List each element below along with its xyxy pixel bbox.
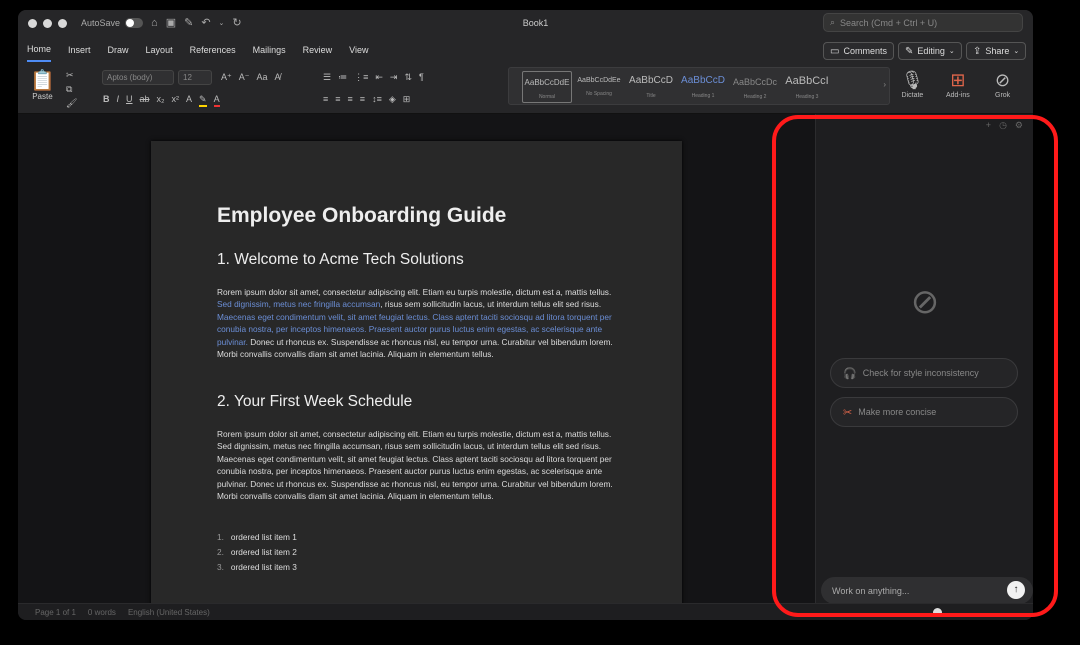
superscript-icon[interactable]: x²	[172, 94, 180, 107]
tab-view[interactable]: View	[349, 39, 368, 61]
section-1-heading: 1. Welcome to Acme Tech Solutions	[217, 251, 464, 268]
align-center-icon[interactable]: ≡	[335, 94, 340, 105]
shrink-font-icon[interactable]: A⁻	[239, 72, 250, 83]
bullets-icon[interactable]: ☰	[323, 72, 331, 83]
tab-insert[interactable]: Insert	[68, 39, 91, 61]
text-effects-icon[interactable]: A	[186, 94, 192, 107]
language-status[interactable]: English (United States)	[128, 608, 210, 617]
grok-button[interactable]: ⊘ Grok	[995, 68, 1010, 99]
share-button[interactable]: ⇪ Share ⌄	[966, 42, 1027, 60]
font-color-icon[interactable]: A	[213, 94, 220, 107]
highlight-color-icon[interactable]: ✎	[199, 94, 207, 107]
italic-icon[interactable]: I	[117, 94, 120, 107]
tab-mailings[interactable]: Mailings	[253, 39, 286, 61]
dictate-button[interactable]: 🎙 Dictate	[901, 68, 924, 99]
tab-references[interactable]: References	[190, 39, 236, 61]
show-formatting-icon[interactable]: ¶	[419, 72, 424, 83]
ribbon-home: 📋 Paste ✂ ⧉ 🖌 Aptos (body) 12 A⁺ A⁻ Aa A…	[18, 64, 1033, 114]
grow-font-icon[interactable]: A⁺	[221, 72, 232, 83]
paste-button[interactable]: 📋 Paste	[30, 70, 55, 101]
sort-icon[interactable]: ⇅	[404, 72, 412, 83]
tab-draw[interactable]: Draw	[108, 39, 129, 61]
underline-icon[interactable]: U	[126, 94, 133, 107]
justify-icon[interactable]: ≡	[360, 94, 365, 105]
chevron-down-icon: ⌄	[948, 48, 955, 55]
font-size-select[interactable]: 12	[178, 70, 212, 85]
search-placeholder: Search (Cmd + Ctrl + U)	[840, 17, 938, 28]
shading-icon[interactable]: ◈	[389, 94, 396, 105]
doc-title: Employee Onboarding Guide	[217, 204, 507, 227]
title-bar: AutoSave ⌂ ▣ ✎ ↶ ⌄ ↻ Book1 ⌕ Search (Cmd…	[18, 10, 1033, 36]
clear-format-icon[interactable]: A̸	[275, 72, 281, 83]
decrease-indent-icon[interactable]: ⇤	[375, 72, 383, 83]
section-2-paragraph: Rorem ipsum dolor sit amet, consectetur …	[217, 429, 613, 502]
section-2-heading: 2. Your First Week Schedule	[217, 393, 413, 410]
style-title[interactable]: AaBbCcD Title	[626, 71, 676, 103]
styles-gallery: AaBbCcDdE Normal AaBbCcDdEe No Spacing A…	[508, 67, 890, 105]
style-heading-3[interactable]: AaBbCcI Heading 3	[782, 71, 832, 103]
tab-layout[interactable]: Layout	[146, 39, 173, 61]
style-heading-1[interactable]: AaBbCcD Heading 1	[678, 71, 728, 103]
change-case-icon[interactable]: Aa	[257, 72, 268, 83]
share-icon: ⇪	[973, 45, 982, 57]
page-count[interactable]: Page 1 of 1	[35, 608, 76, 617]
addins-button[interactable]: ⊞ Add-ins	[946, 68, 970, 99]
section-1-paragraph: Rorem ipsum dolor sit amet, consectetur …	[217, 287, 613, 360]
multilevel-list-icon[interactable]: ⋮≡	[354, 72, 368, 83]
cut-icon[interactable]: ✂	[66, 70, 77, 81]
list-item: 3. ordered list item 3	[217, 562, 297, 572]
comments-button[interactable]: ▭ Comments	[823, 42, 894, 60]
tab-home[interactable]: Home	[27, 38, 52, 62]
comment-icon: ▭	[830, 45, 840, 57]
styles-more-icon[interactable]: ›	[883, 80, 886, 89]
line-spacing-icon[interactable]: ↕≡	[372, 94, 382, 105]
grok-icon: ⊘	[995, 70, 1011, 90]
list-item: 1. ordered list item 1	[217, 532, 297, 542]
grid-icon: ⊞	[950, 70, 966, 90]
copy-icon[interactable]: ⧉	[66, 84, 77, 95]
borders-icon[interactable]: ⊞	[403, 94, 411, 105]
word-count[interactable]: 0 words	[88, 608, 116, 617]
format-painter-icon[interactable]: 🖌	[66, 98, 77, 109]
style-heading-2[interactable]: AaBbCcDc Heading 2	[730, 71, 780, 103]
subscript-icon[interactable]: x₂	[157, 94, 165, 107]
clipboard-icon: 📋	[30, 70, 55, 92]
editing-button[interactable]: ✎ Editing ⌄	[898, 42, 962, 60]
highlight-box	[772, 115, 1058, 617]
chevron-down-icon: ⌄	[1013, 48, 1020, 55]
tab-review[interactable]: Review	[303, 39, 333, 61]
numbering-icon[interactable]: ≔	[338, 72, 347, 83]
search-input[interactable]: ⌕ Search (Cmd + Ctrl + U)	[823, 13, 1023, 32]
align-right-icon[interactable]: ≡	[348, 94, 353, 105]
microphone-icon: 🎙	[901, 70, 924, 90]
list-item: 2. ordered list item 2	[217, 547, 297, 557]
font-name-select[interactable]: Aptos (body)	[102, 70, 174, 85]
style-no-spacing[interactable]: AaBbCcDdEe No Spacing	[574, 71, 624, 103]
pencil-icon: ✎	[905, 45, 914, 57]
style-normal[interactable]: AaBbCcDdE Normal	[522, 71, 572, 103]
align-left-icon[interactable]: ≡	[323, 94, 328, 105]
search-icon: ⌕	[830, 17, 836, 27]
document-page[interactable]: Employee Onboarding Guide 1. Welcome to …	[151, 141, 682, 611]
increase-indent-icon[interactable]: ⇥	[390, 72, 398, 83]
bold-icon[interactable]: B	[103, 94, 110, 107]
strikethrough-icon[interactable]: ab	[140, 94, 150, 107]
